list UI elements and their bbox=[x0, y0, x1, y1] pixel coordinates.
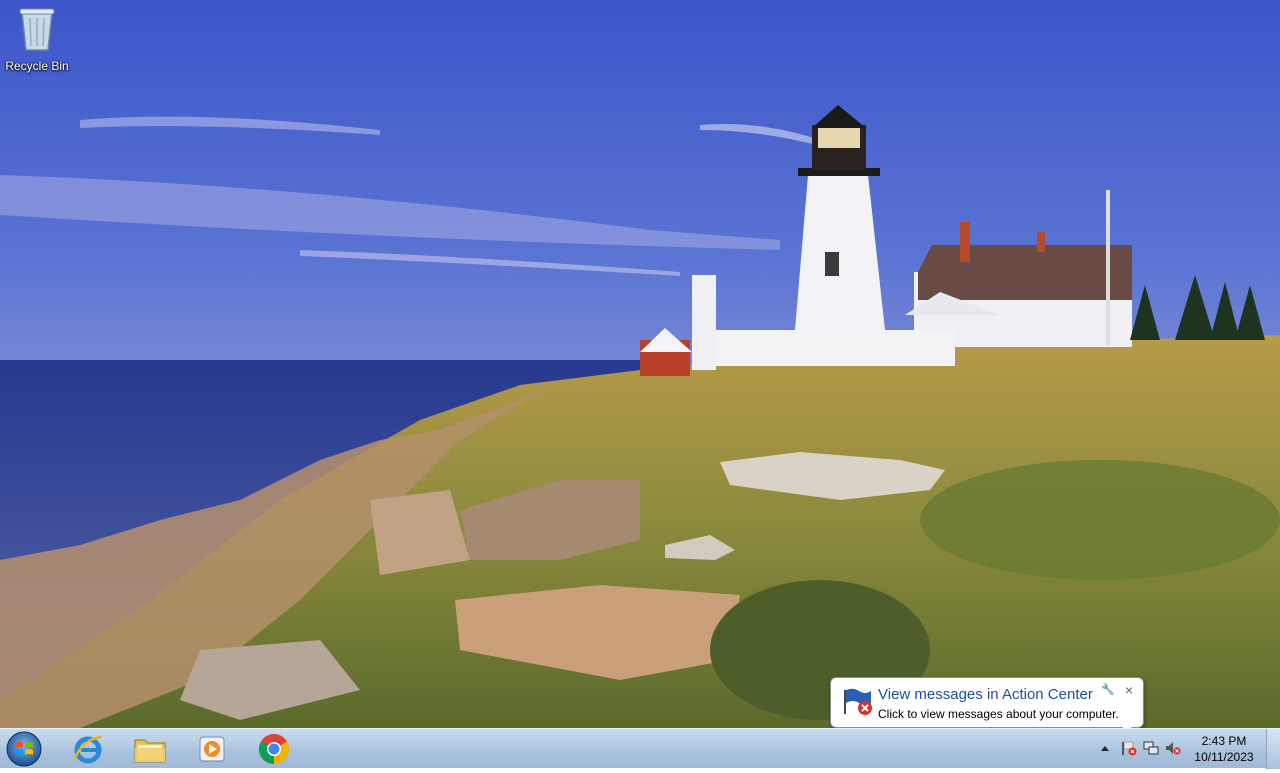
clock-date: 10/11/2023 bbox=[1194, 750, 1254, 764]
notification-title[interactable]: View messages in Action Center bbox=[878, 686, 1093, 703]
action-center-flag-icon bbox=[1122, 741, 1137, 756]
taskbar-internet-explorer[interactable] bbox=[62, 731, 114, 767]
taskbar: 2:43 PM 10/11/2023 bbox=[0, 728, 1280, 769]
taskbar-google-chrome[interactable] bbox=[248, 731, 300, 767]
windows-start-icon bbox=[6, 731, 42, 767]
network-tray-button[interactable] bbox=[1142, 739, 1160, 757]
show-desktop-button[interactable] bbox=[1266, 729, 1280, 769]
action-center-notification[interactable]: View messages in Action Center Click to … bbox=[830, 677, 1144, 728]
internet-explorer-icon bbox=[73, 735, 103, 764]
media-player-icon bbox=[199, 736, 225, 762]
volume-tray-button[interactable] bbox=[1164, 739, 1182, 757]
taskbar-media-player[interactable] bbox=[186, 731, 238, 767]
taskbar-clock[interactable]: 2:43 PM 10/11/2023 bbox=[1188, 733, 1260, 765]
notification-close-button[interactable]: × bbox=[1125, 682, 1133, 698]
recycle-bin-label: Recycle Bin bbox=[5, 59, 69, 73]
chevron-up-icon bbox=[1101, 746, 1109, 751]
action-center-flag-error-icon bbox=[844, 688, 872, 715]
folder-icon bbox=[134, 739, 166, 763]
network-icon bbox=[1143, 741, 1159, 755]
desktop-icon-recycle-bin[interactable]: Recycle Bin bbox=[4, 6, 70, 73]
desktop[interactable]: Recycle Bin View messages in Action Cent… bbox=[0, 0, 1280, 728]
start-button[interactable] bbox=[4, 730, 48, 768]
action-center-tray-button[interactable] bbox=[1120, 739, 1138, 757]
notification-body: Click to view messages about your comput… bbox=[878, 707, 1119, 721]
pin-icon[interactable]: 🔧 bbox=[1101, 683, 1115, 696]
recycle-bin-icon bbox=[19, 8, 55, 51]
system-tray: 2:43 PM 10/11/2023 bbox=[1090, 729, 1280, 769]
show-hidden-icons-button[interactable] bbox=[1096, 739, 1114, 757]
chrome-icon bbox=[258, 734, 290, 764]
clock-time: 2:43 PM bbox=[1201, 734, 1247, 748]
volume-muted-icon bbox=[1166, 742, 1181, 755]
taskbar-windows-explorer[interactable] bbox=[124, 731, 176, 767]
wallpaper-image bbox=[0, 0, 1280, 728]
